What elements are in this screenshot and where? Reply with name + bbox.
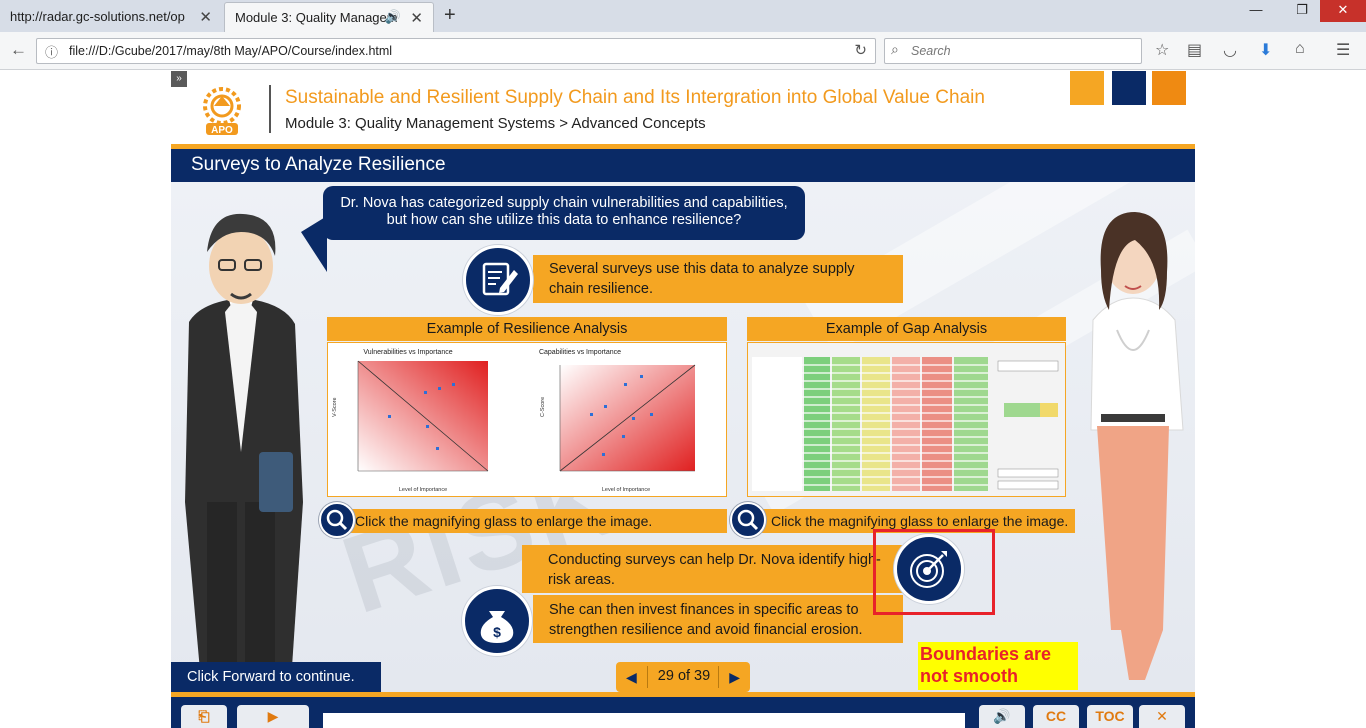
download-icon[interactable]: ⬇ — [1259, 40, 1272, 60]
male-character-dr-nova-colleague — [185, 213, 303, 682]
minimize-icon[interactable]: — — [1236, 0, 1276, 22]
point-surveys-box: Several surveys use this data to analyze… — [533, 255, 903, 303]
chart1-ylabel: V-Score — [332, 397, 338, 417]
player-controls: ⎗ ▶ 🔊 CC TOC ✕ — [171, 697, 1195, 728]
bookmark-star-icon[interactable]: ☆ — [1155, 40, 1169, 60]
pocket-icon[interactable]: ◡ — [1223, 40, 1237, 60]
chart1-title: Vulnerabilities vs Importance — [363, 349, 452, 356]
logo-text: APO — [211, 125, 233, 136]
annotation-note: Boundaries are not smooth — [918, 642, 1078, 690]
header-square-orange — [1070, 71, 1104, 105]
pager-divider — [718, 666, 719, 688]
svg-text:$: $ — [493, 624, 501, 640]
site-info-icon[interactable]: ⓘ — [45, 42, 58, 61]
search-input[interactable]: ⌕ Search — [884, 38, 1142, 64]
course-player: » APO Sustainable and Resilient Supply C… — [171, 71, 1195, 728]
slide-stage: RISK Dr. Nova has categorized supply cha… — [171, 182, 1195, 692]
menu-icon[interactable]: ☰ — [1336, 40, 1350, 60]
reload-icon[interactable]: ↻ — [854, 41, 867, 59]
window-close-icon[interactable]: ✕ — [1320, 0, 1366, 22]
female-character-dr-nova — [1090, 212, 1184, 680]
slide-pager: ◀ 29 of 39 ▶ — [616, 662, 750, 692]
survey-icon-circle — [463, 245, 533, 315]
url-text[interactable]: file:///D:/Gcube/2017/may/8th May/APO/Co… — [69, 44, 392, 58]
header-square-darkorange — [1152, 71, 1186, 105]
next-slide-icon[interactable]: ▶ — [729, 669, 740, 686]
search-placeholder: Search — [911, 44, 951, 58]
browser-tab-module[interactable]: Module 3: Quality Managem 🔊 ✕ — [224, 2, 434, 32]
money-bag-icon-circle: $ — [462, 586, 532, 656]
previous-slide-icon[interactable]: ◀ — [626, 669, 637, 686]
audio-button[interactable]: 🔊 — [979, 705, 1025, 728]
apo-logo: APO — [203, 87, 241, 136]
course-title: Sustainable and Resilient Supply Chain a… — [285, 87, 985, 108]
chart2-xlabel: Level of Importance — [602, 487, 650, 493]
tab-close-icon[interactable]: ✕ — [199, 8, 212, 26]
resilience-analysis-thumbnail: Vulnerabilities vs Importance Level of I… — [332, 349, 696, 493]
close-course-button[interactable]: ✕ — [1139, 705, 1185, 728]
tab-close-icon[interactable]: ✕ — [410, 9, 423, 27]
slide-counter: 29 of 39 — [657, 668, 711, 684]
money-bag-icon: $ — [480, 611, 514, 643]
closed-captions-button[interactable]: CC — [1033, 705, 1079, 728]
table-of-contents-button[interactable]: TOC — [1087, 705, 1133, 728]
speech-bubble: Dr. Nova has categorized supply chain vu… — [323, 186, 805, 240]
point-invest-text: She can then invest finances in specific… — [549, 602, 863, 638]
exit-button[interactable]: ⎗ — [181, 705, 227, 728]
new-tab-plus-icon[interactable]: + — [444, 4, 456, 27]
resilience-analysis-image[interactable]: Vulnerabilities vs Importance Level of I… — [327, 342, 727, 497]
point-surveys-text: Several surveys use this data to analyze… — [549, 261, 855, 297]
survey-pencil-icon — [482, 262, 518, 296]
point-high-risk-text: Conducting surveys can help Dr. Nova ide… — [548, 552, 881, 588]
menu-toggle-button[interactable]: » — [171, 71, 187, 87]
chart1-xlabel: Level of Importance — [399, 487, 447, 493]
browser-tab-bar: http://radar.gc-solutions.net/op ✕ Modul… — [0, 0, 1366, 32]
url-bar[interactable]: ⓘ file:///D:/Gcube/2017/may/8th May/APO/… — [36, 38, 876, 64]
magnifier-icon — [737, 509, 759, 531]
point-high-risk-box: Conducting surveys can help Dr. Nova ide… — [522, 545, 902, 593]
header-square-navy — [1112, 71, 1146, 105]
slide-title: Surveys to Analyze Resilience — [191, 154, 446, 175]
annotation-highlight-box — [873, 529, 995, 615]
tab-label: Module 3: Quality Managem — [235, 10, 398, 25]
tab-label: http://radar.gc-solutions.net/op — [10, 9, 185, 24]
search-icon: ⌕ — [891, 41, 899, 57]
back-arrow-icon[interactable]: ← — [10, 40, 27, 60]
gap-analysis-image[interactable] — [747, 342, 1066, 497]
enlarge-left-button[interactable] — [319, 502, 355, 538]
play-button[interactable]: ▶ — [237, 705, 309, 728]
point-invest-box: She can then invest finances in specific… — [533, 595, 903, 643]
home-icon[interactable]: ⌂ — [1295, 40, 1305, 58]
enlarge-left-label: Click the magnifying glass to enlarge th… — [343, 509, 727, 533]
chart2-ylabel: C-Score — [540, 397, 546, 417]
tab-audio-icon[interactable]: 🔊 — [385, 9, 401, 25]
enlarge-right-button[interactable] — [730, 502, 766, 538]
restore-icon[interactable]: ❐ — [1282, 0, 1322, 22]
browser-tab-radar[interactable]: http://radar.gc-solutions.net/op ✕ — [0, 2, 222, 32]
slide-title-bar: Surveys to Analyze Resilience — [171, 144, 1195, 182]
forward-instruction: Click Forward to continue. — [171, 662, 381, 692]
magnifier-icon — [326, 509, 348, 531]
reading-list-icon[interactable]: ▤ — [1187, 40, 1202, 60]
pager-divider — [647, 666, 648, 688]
panel-title-gap: Example of Gap Analysis — [747, 317, 1066, 341]
panel-title-resilience: Example of Resilience Analysis — [327, 317, 727, 341]
progress-track[interactable] — [323, 713, 965, 728]
gap-analysis-thumbnail — [748, 343, 1065, 496]
course-breadcrumb: Module 3: Quality Management Systems > A… — [285, 115, 706, 132]
chart2-title: Capabilities vs Importance — [539, 349, 621, 356]
header-divider — [269, 85, 271, 133]
